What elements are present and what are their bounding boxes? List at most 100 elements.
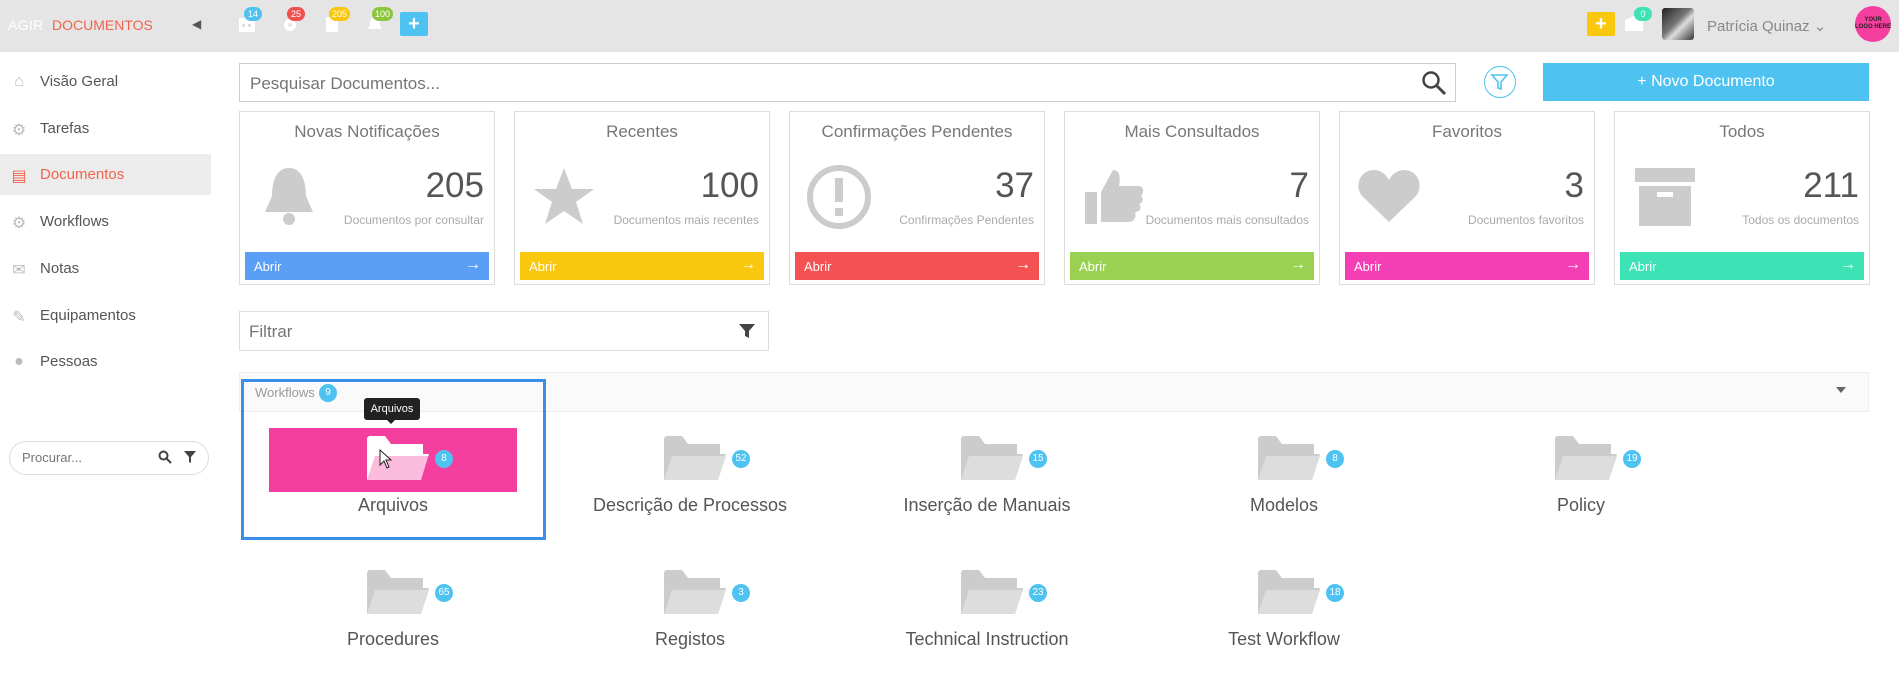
module-title[interactable]: DOCUMENTOS: [52, 17, 153, 33]
folder-registos[interactable]: 3 Registos: [538, 562, 818, 672]
folder-insercao-manuais[interactable]: 15 Inserção de Manuais: [835, 428, 1115, 538]
folder-count-badge: 8: [1326, 450, 1344, 468]
gear-icon[interactable]: 25: [281, 7, 305, 37]
user-icon: ●: [14, 353, 24, 370]
new-document-button[interactable]: + Novo Documento: [1543, 63, 1869, 101]
messages-badge: 0: [1634, 7, 1652, 21]
wrench-icon: ✎: [12, 309, 26, 326]
open-most-viewed-button[interactable]: Abrir →: [1070, 252, 1314, 280]
collapse-sidebar-button[interactable]: ◀: [192, 17, 201, 31]
folder-label: Procedures: [346, 629, 440, 649]
advanced-filter-button[interactable]: [1484, 66, 1516, 98]
folder-label: Descrição de Processos: [592, 495, 788, 515]
filter-field: [239, 311, 769, 351]
star-icon: [529, 162, 599, 232]
mouse-cursor-icon: [379, 449, 393, 469]
card-recentes: Recentes 100 Documentos mais recentes Ab…: [514, 111, 770, 285]
document-search: [239, 63, 1456, 102]
chevron-down-icon: ⌄: [1813, 18, 1827, 35]
exclamation-icon: [804, 162, 874, 232]
card-todos: Todos 211 Todos os documentos Abrir →: [1614, 111, 1870, 285]
folder-policy[interactable]: 19 Policy: [1429, 428, 1709, 538]
open-pending-button[interactable]: Abrir →: [795, 252, 1039, 280]
bell-icon[interactable]: 100: [366, 7, 394, 37]
add-button[interactable]: +: [1587, 12, 1615, 36]
folder-count-badge: 15: [1029, 450, 1047, 468]
open-favorites-button[interactable]: Abrir →: [1345, 252, 1589, 280]
tooltip: Arquivos: [364, 398, 420, 420]
filter-input[interactable]: [249, 322, 709, 342]
quick-add-button[interactable]: +: [400, 12, 428, 36]
user-menu[interactable]: Patrícia Quinaz ⌄: [1707, 17, 1826, 35]
tooltip-arrow: [386, 419, 396, 424]
card-favoritos: Favoritos 3 Documentos favoritos Abrir →: [1339, 111, 1595, 285]
calendar-icon[interactable]: 14: [238, 7, 262, 37]
open-recent-button[interactable]: Abrir →: [520, 252, 764, 280]
folder-descricao-processos[interactable]: 52 Descrição de Processos: [538, 428, 818, 538]
sidebar-item-workflows[interactable]: ⚙ Workflows: [0, 201, 211, 242]
notifications-badge: 100: [372, 7, 394, 21]
open-all-button[interactable]: Abrir →: [1620, 252, 1864, 280]
folder-label: Policy: [1556, 495, 1605, 515]
card-mais-consultados: Mais Consultados 7 Documentos mais consu…: [1064, 111, 1320, 285]
comments-icon: ✉: [12, 262, 26, 279]
sidebar-item-pessoas[interactable]: ● Pessoas: [0, 341, 211, 382]
gears-icon: ⚙: [11, 215, 27, 232]
arrow-right-icon: →: [1015, 256, 1031, 273]
sidebar-item-notas[interactable]: ✉ Notas: [0, 248, 211, 289]
search-input[interactable]: [250, 74, 1350, 94]
filter-icon[interactable]: [183, 450, 199, 466]
folder-label: Inserção de Manuais: [903, 495, 1071, 515]
gear-icon: ⚙: [11, 122, 27, 139]
arrow-right-icon: →: [740, 256, 756, 273]
arrow-right-icon: →: [1290, 256, 1306, 273]
sidebar-item-documentos[interactable]: ▤ Documentos: [0, 154, 211, 195]
folder-count-badge: 18: [1326, 584, 1344, 602]
home-icon: ⌂: [14, 73, 24, 90]
heart-icon: [1354, 162, 1424, 232]
folder-label: Technical Instruction: [905, 629, 1069, 649]
filter-icon[interactable]: [738, 322, 756, 345]
folder-icon: [1258, 436, 1320, 480]
folder-icon: [961, 570, 1023, 614]
folder-count-badge: 23: [1029, 584, 1047, 602]
sidebar-search-input[interactable]: [22, 450, 142, 465]
avatar[interactable]: [1662, 8, 1694, 40]
folder-count-badge: 52: [732, 450, 750, 468]
tasks-badge: 25: [287, 7, 305, 21]
folder-icon: [1555, 436, 1617, 480]
search-icon[interactable]: [1421, 70, 1447, 101]
document-icon[interactable]: 205: [323, 7, 351, 37]
folder-procedures[interactable]: 65 Procedures: [241, 562, 521, 672]
folder-icon: [664, 570, 726, 614]
folder-icon: [664, 436, 726, 480]
documents-badge: 205: [329, 7, 351, 21]
folder-modelos[interactable]: 8 Modelos: [1132, 428, 1412, 538]
sidebar-item-visao-geral[interactable]: ⌂ Visão Geral: [0, 61, 211, 102]
chevron-down-icon[interactable]: [1836, 387, 1846, 393]
open-notifications-button[interactable]: Abrir →: [245, 252, 489, 280]
folder-label: Modelos: [1249, 495, 1319, 515]
document-icon: ▤: [11, 168, 27, 185]
sidebar-search: [9, 441, 209, 475]
card-novas-notificacoes: Novas Notificações 205 Documentos por co…: [239, 111, 495, 285]
archive-icon: [1629, 162, 1699, 232]
brand-prefix: AGIR: [8, 17, 44, 33]
thumbs-up-icon: [1079, 162, 1149, 232]
calendar-badge: 14: [244, 7, 262, 21]
filter-icon: [1490, 74, 1509, 91]
arrow-right-icon: →: [1840, 256, 1856, 273]
folder-count-badge: 3: [732, 584, 750, 602]
sidebar-item-equipamentos[interactable]: ✎ Equipamentos: [0, 295, 211, 336]
folder-technical-instruction[interactable]: 23 Technical Instruction: [835, 562, 1115, 672]
folder-label: Test Workflow: [1228, 629, 1340, 649]
sidebar: ⌂ Visão Geral ⚙ Tarefas ▤ Documentos ⚙ W…: [0, 52, 212, 692]
search-icon[interactable]: [158, 450, 174, 466]
arrow-right-icon: →: [465, 256, 481, 273]
sidebar-item-tarefas[interactable]: ⚙ Tarefas: [0, 108, 211, 149]
folder-test-workflow[interactable]: 18 Test Workflow: [1132, 562, 1412, 672]
bell-icon: [254, 162, 324, 232]
messages-icon[interactable]: 0: [1624, 7, 1652, 37]
folder-icon: [961, 436, 1023, 480]
folder-icon: [1258, 570, 1320, 614]
